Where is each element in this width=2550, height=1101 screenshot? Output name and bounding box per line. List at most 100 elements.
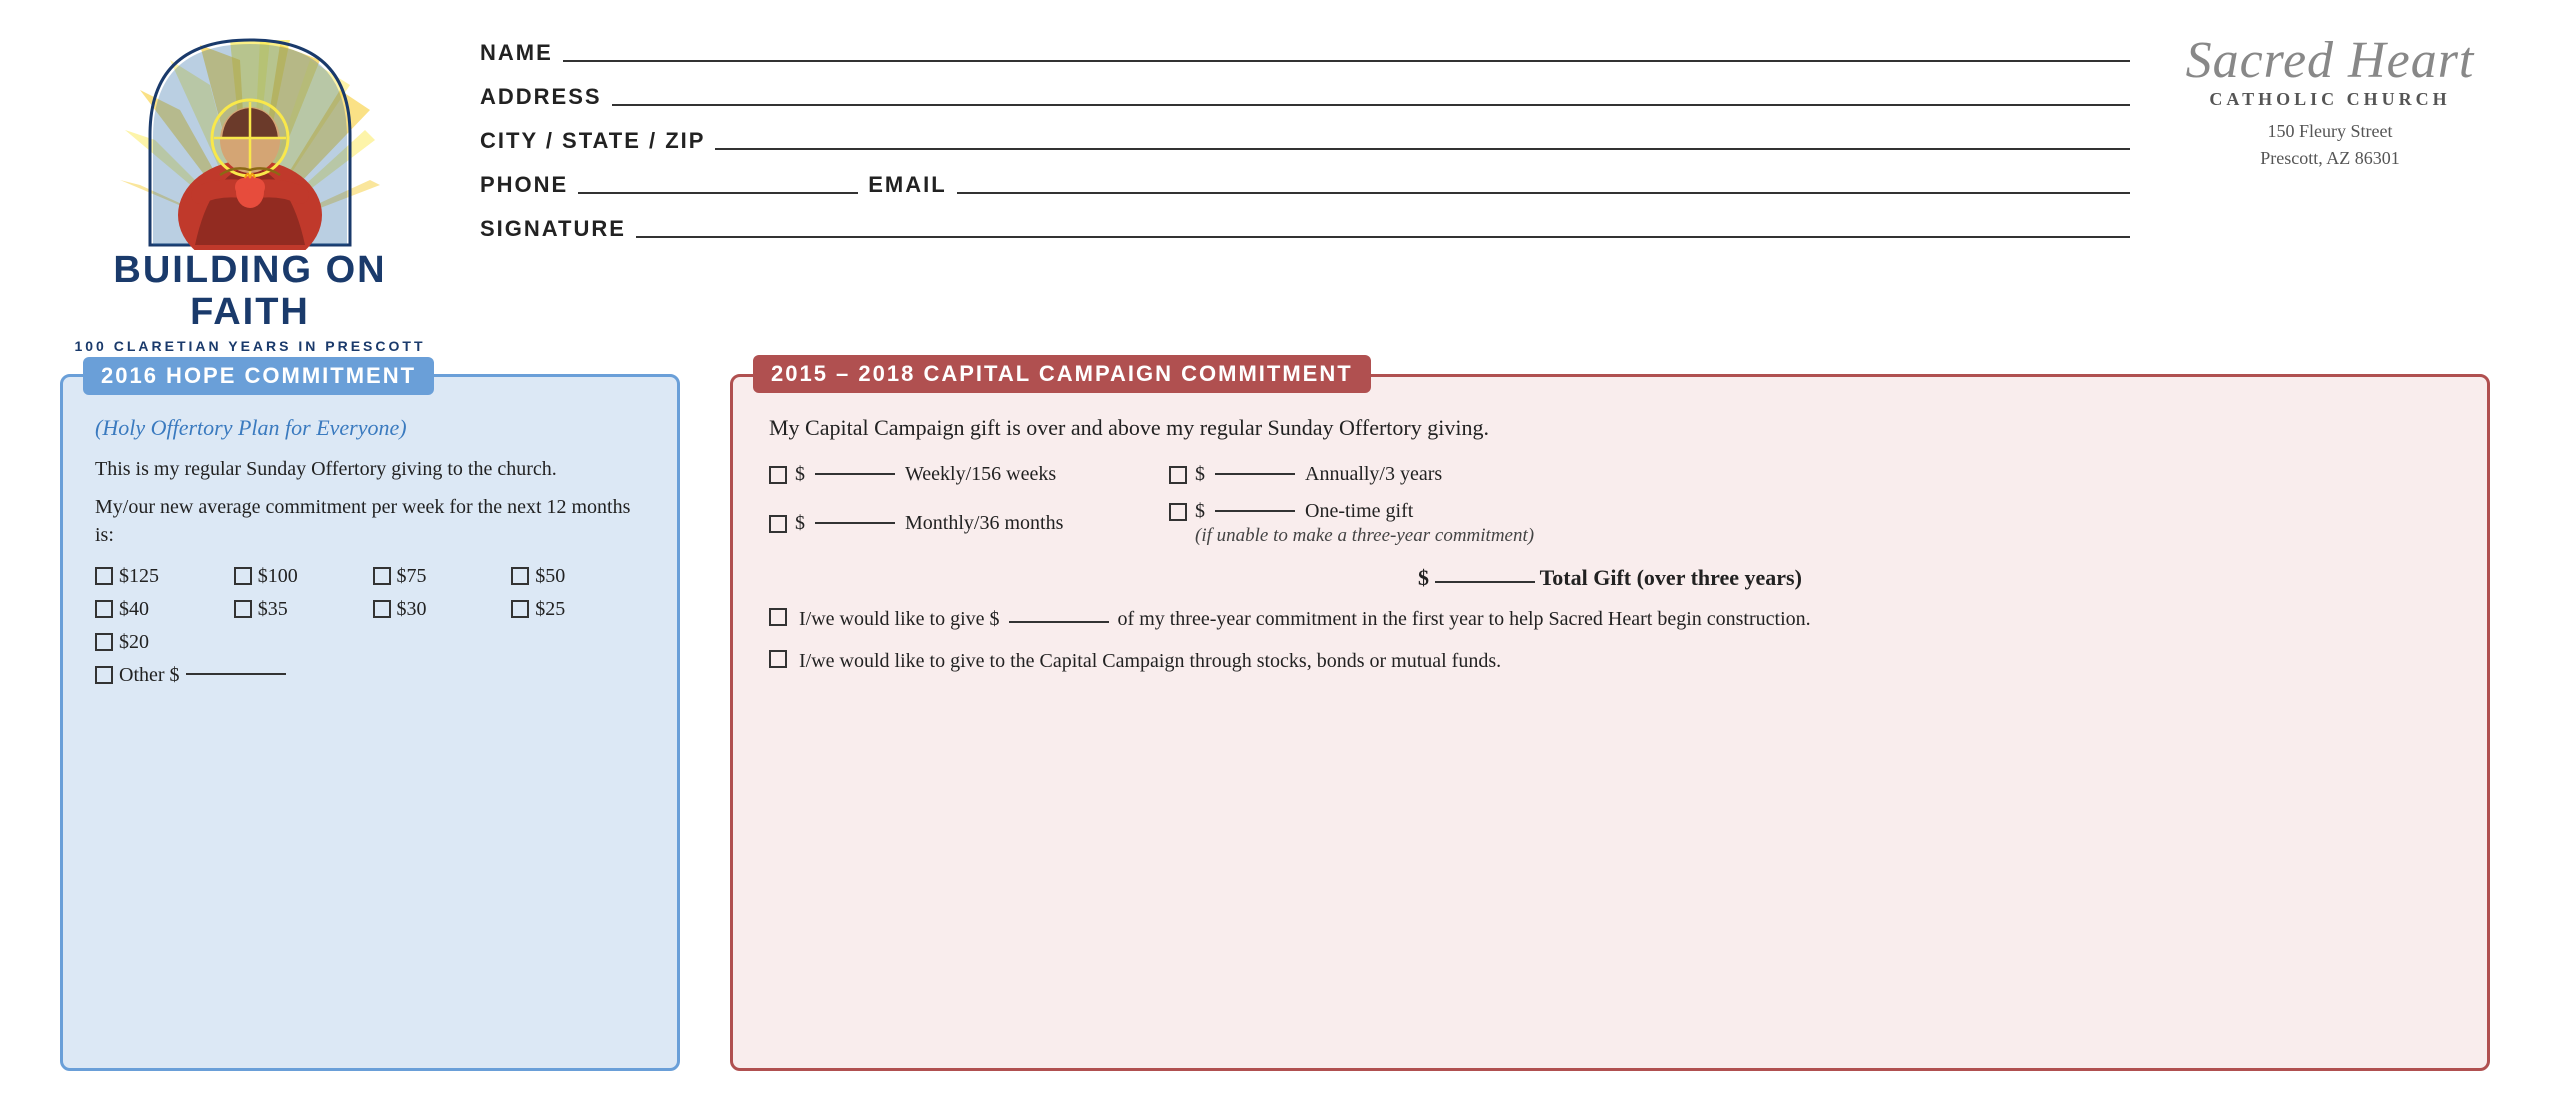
signature-field-row: SIGNATURE bbox=[480, 216, 2130, 242]
address-label: ADDRESS bbox=[480, 84, 602, 110]
address-field-row: ADDRESS bbox=[480, 84, 2130, 110]
list-item: $25 bbox=[511, 598, 645, 621]
email-label: EMAIL bbox=[868, 172, 946, 198]
capital-amount-row-1: $ Weekly/156 weeks $ Annually/3 years bbox=[769, 463, 2451, 486]
capital-total: $ Total Gift (over three years) bbox=[769, 565, 2451, 591]
hope-subtitle: (Holy Offertory Plan for Everyone) bbox=[95, 415, 645, 441]
total-label: Total Gift (over three years) bbox=[1540, 565, 1802, 590]
church-address: 150 Fleury Street Prescott, AZ 86301 bbox=[2170, 118, 2490, 172]
stocks-text: I/we would like to give to the Capital C… bbox=[799, 647, 1501, 675]
hope-amounts-grid: $125 $100 $75 $50 $40 bbox=[95, 565, 645, 654]
logo-area: BUILDING ON FAITH 100 CLARETIAN YEARS IN… bbox=[60, 30, 440, 354]
weekly-label: Weekly/156 weeks bbox=[905, 463, 1056, 486]
amount-25: $25 bbox=[535, 598, 565, 621]
city-underline bbox=[715, 148, 2130, 150]
hope-box-title: 2016 HOPE COMMITMENT bbox=[83, 357, 434, 395]
church-address-line1: 150 Fleury Street bbox=[2170, 118, 2490, 145]
church-name-sub: CATHOLIC CHURCH bbox=[2170, 89, 2490, 110]
checkbox-100[interactable] bbox=[234, 567, 252, 585]
capital-intro: My Capital Campaign gift is over and abo… bbox=[769, 413, 2451, 444]
amount-30: $30 bbox=[397, 598, 427, 621]
logo-title: BUILDING ON FAITH bbox=[60, 250, 440, 334]
checkbox-50[interactable] bbox=[511, 567, 529, 585]
city-field-row: CITY / STATE / ZIP bbox=[480, 128, 2130, 154]
monthly-label: Monthly/36 months bbox=[905, 512, 1063, 535]
list-item: $40 bbox=[95, 598, 229, 621]
checkbox-75[interactable] bbox=[373, 567, 391, 585]
checkbox-25[interactable] bbox=[511, 600, 529, 618]
list-item: $ Annually/3 years bbox=[1169, 463, 1529, 486]
list-item: $125 bbox=[95, 565, 229, 588]
checkbox-first-year[interactable] bbox=[769, 608, 787, 626]
checkbox-weekly[interactable] bbox=[769, 466, 787, 484]
checkbox-monthly[interactable] bbox=[769, 515, 787, 533]
signature-underline bbox=[636, 236, 2130, 238]
onetime-note: (if unable to make a three-year commitme… bbox=[1195, 525, 1534, 547]
church-address-line2: Prescott, AZ 86301 bbox=[2170, 145, 2490, 172]
name-label: NAME bbox=[480, 40, 553, 66]
list-item: $ One-time gift bbox=[1169, 500, 1534, 523]
hope-other-row: Other $ bbox=[95, 664, 645, 687]
phone-label: PHONE bbox=[480, 172, 568, 198]
checkbox-40[interactable] bbox=[95, 600, 113, 618]
list-item: $100 bbox=[234, 565, 368, 588]
phone-underline bbox=[578, 192, 858, 194]
amount-125: $125 bbox=[119, 565, 159, 588]
amount-50: $50 bbox=[535, 565, 565, 588]
dollar-sign-2: $ bbox=[1195, 463, 1205, 486]
name-field-row: NAME bbox=[480, 40, 2130, 66]
dollar-sign-1: $ bbox=[795, 463, 805, 486]
church-info: Sacred Heart CATHOLIC CHURCH 150 Fleury … bbox=[2170, 30, 2490, 172]
capital-campaign-box: 2015 – 2018 CAPITAL CAMPAIGN COMMITMENT … bbox=[730, 374, 2490, 1071]
checkbox-onetime[interactable] bbox=[1169, 503, 1187, 521]
total-underline bbox=[1435, 581, 1535, 583]
name-underline bbox=[563, 60, 2130, 62]
logo-subtitle: 100 CLARETIAN YEARS IN PRESCOTT bbox=[74, 338, 425, 354]
signature-label: SIGNATURE bbox=[480, 216, 626, 242]
checkbox-20[interactable] bbox=[95, 633, 113, 651]
phone-field-row: PHONE EMAIL bbox=[480, 172, 2130, 198]
capital-amount-row-2: $ Monthly/36 months $ One-time gift (if … bbox=[769, 500, 2451, 547]
onetime-amount-underline bbox=[1215, 510, 1295, 512]
dollar-sign-3: $ bbox=[795, 512, 805, 535]
checkbox-stocks[interactable] bbox=[769, 650, 787, 668]
amount-20: $20 bbox=[119, 631, 149, 654]
checkbox-annually[interactable] bbox=[1169, 466, 1187, 484]
first-year-row: I/we would like to give $ of my three-ye… bbox=[769, 605, 2451, 633]
hope-text2: My/our new average commitment per week f… bbox=[95, 493, 645, 549]
city-label: CITY / STATE / ZIP bbox=[480, 128, 705, 154]
first-year-text: I/we would like to give $ of my three-ye… bbox=[799, 605, 1811, 633]
checkbox-35[interactable] bbox=[234, 600, 252, 618]
amount-75: $75 bbox=[397, 565, 427, 588]
list-item: $ Weekly/156 weeks bbox=[769, 463, 1129, 486]
hope-commitment-box: 2016 HOPE COMMITMENT (Holy Offertory Pla… bbox=[60, 374, 680, 1071]
capital-amounts: $ Weekly/156 weeks $ Annually/3 years bbox=[769, 463, 2451, 547]
checkbox-other[interactable] bbox=[95, 666, 113, 684]
onetime-label: One-time gift bbox=[1305, 500, 1413, 523]
address-underline bbox=[612, 104, 2130, 106]
checkbox-30[interactable] bbox=[373, 600, 391, 618]
stocks-row: I/we would like to give to the Capital C… bbox=[769, 647, 2451, 675]
list-item: $75 bbox=[373, 565, 507, 588]
hope-text1: This is my regular Sunday Offertory givi… bbox=[95, 455, 645, 483]
list-item: $ Monthly/36 months bbox=[769, 512, 1129, 535]
first-year-underline bbox=[1009, 621, 1109, 623]
dollar-sign-4: $ bbox=[1195, 500, 1205, 523]
other-label: Other $ bbox=[119, 664, 180, 687]
capital-box-title: 2015 – 2018 CAPITAL CAMPAIGN COMMITMENT bbox=[753, 355, 1371, 393]
form-area: NAME ADDRESS CITY / STATE / ZIP PHONE EM… bbox=[480, 30, 2130, 242]
list-item: $20 bbox=[95, 631, 229, 654]
checkbox-125[interactable] bbox=[95, 567, 113, 585]
email-underline bbox=[957, 192, 2130, 194]
church-name-script: Sacred Heart bbox=[2170, 35, 2490, 87]
annually-label: Annually/3 years bbox=[1305, 463, 1442, 486]
annually-amount-underline bbox=[1215, 473, 1295, 475]
list-item: $50 bbox=[511, 565, 645, 588]
amount-40: $40 bbox=[119, 598, 149, 621]
monthly-amount-underline bbox=[815, 522, 895, 524]
list-item: $35 bbox=[234, 598, 368, 621]
amount-35: $35 bbox=[258, 598, 288, 621]
list-item: $30 bbox=[373, 598, 507, 621]
amount-100: $100 bbox=[258, 565, 298, 588]
other-underline bbox=[186, 673, 286, 675]
